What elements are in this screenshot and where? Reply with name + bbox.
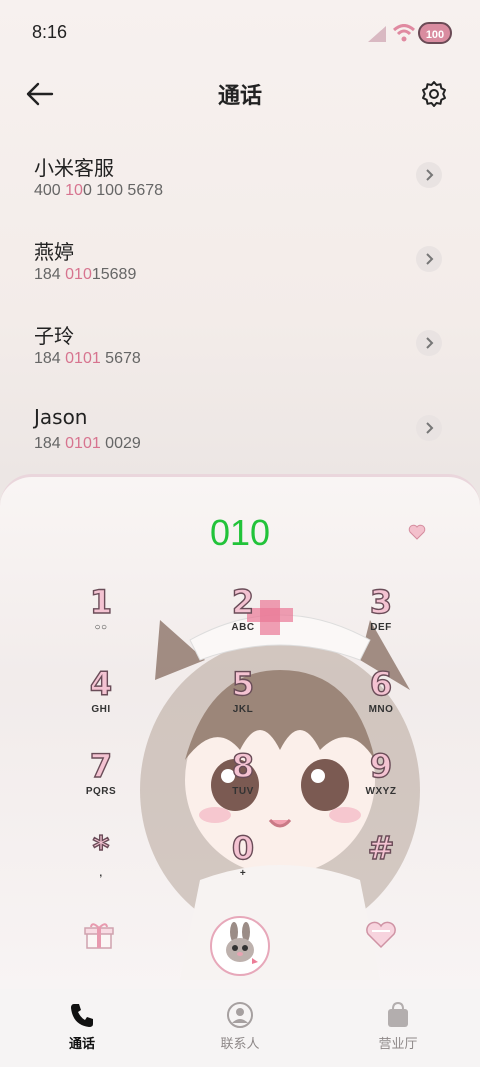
- tab-calls[interactable]: 通话: [32, 989, 132, 1067]
- contact-name: Jason: [34, 405, 88, 429]
- dial-key-1[interactable]: 1 ○○: [56, 583, 146, 654]
- recent-call-row[interactable]: 子玲 184 0101 5678: [0, 320, 480, 404]
- chevron-right-icon[interactable]: [416, 246, 442, 272]
- contact-number: 400 100 100 5678: [34, 182, 164, 199]
- dial-key-4[interactable]: 4 GHI: [56, 665, 146, 736]
- bunny-call-icon: [226, 922, 258, 964]
- chevron-right-icon[interactable]: [416, 162, 442, 188]
- heart-icon[interactable]: [408, 524, 426, 540]
- contact-number: 184 0101 0029: [34, 435, 141, 452]
- dial-key-0[interactable]: 0 +: [198, 829, 288, 900]
- bottom-nav: 通话 联系人 营业厅: [0, 989, 480, 1067]
- dial-key-5[interactable]: 5 JKL: [198, 665, 288, 736]
- status-bar: 8:16 100: [0, 0, 480, 64]
- dial-key-star[interactable]: *,: [56, 829, 146, 900]
- tab-contacts[interactable]: 联系人: [190, 989, 290, 1067]
- dial-key-3[interactable]: 3 DEF: [336, 583, 426, 654]
- contact-number: 184 0101 5678: [34, 350, 141, 367]
- contact-name: 小米客服: [34, 156, 114, 180]
- dial-key-hash[interactable]: #: [336, 829, 426, 900]
- settings-gear-icon[interactable]: [420, 80, 448, 108]
- tab-store[interactable]: 营业厅: [348, 989, 448, 1067]
- contact-name: 燕婷: [34, 240, 74, 264]
- dial-key-7[interactable]: 7 PQRS: [56, 747, 146, 818]
- chevron-right-icon[interactable]: [416, 415, 442, 441]
- contact-name: 子玲: [34, 324, 74, 348]
- shopping-bag-icon: [388, 1001, 408, 1027]
- voicemail-icon: ○○: [94, 622, 108, 633]
- call-button[interactable]: [210, 916, 270, 976]
- signal-icon: [368, 26, 386, 42]
- status-time: 8:16: [32, 22, 68, 42]
- gift-icon[interactable]: [84, 921, 114, 951]
- recent-call-row[interactable]: 燕婷 184 01015689: [0, 236, 480, 320]
- wifi-icon: [393, 24, 415, 42]
- dial-key-8[interactable]: 8 TUV: [198, 747, 288, 818]
- heart-gift-icon[interactable]: [364, 921, 398, 949]
- dial-key-6[interactable]: 6 MNO: [336, 665, 426, 736]
- recent-call-row[interactable]: 小米客服 400 100 100 5678: [0, 152, 480, 236]
- contact-number: 184 01015689: [34, 266, 137, 283]
- chevron-right-icon[interactable]: [416, 330, 442, 356]
- dial-key-2[interactable]: 2 ABC: [198, 583, 288, 654]
- contacts-icon: [227, 1002, 253, 1028]
- battery-icon: 100: [418, 22, 452, 44]
- dial-key-9[interactable]: 9 WXYZ: [336, 747, 426, 818]
- phone-icon: [71, 1004, 93, 1027]
- page-title: 通话: [217, 84, 262, 109]
